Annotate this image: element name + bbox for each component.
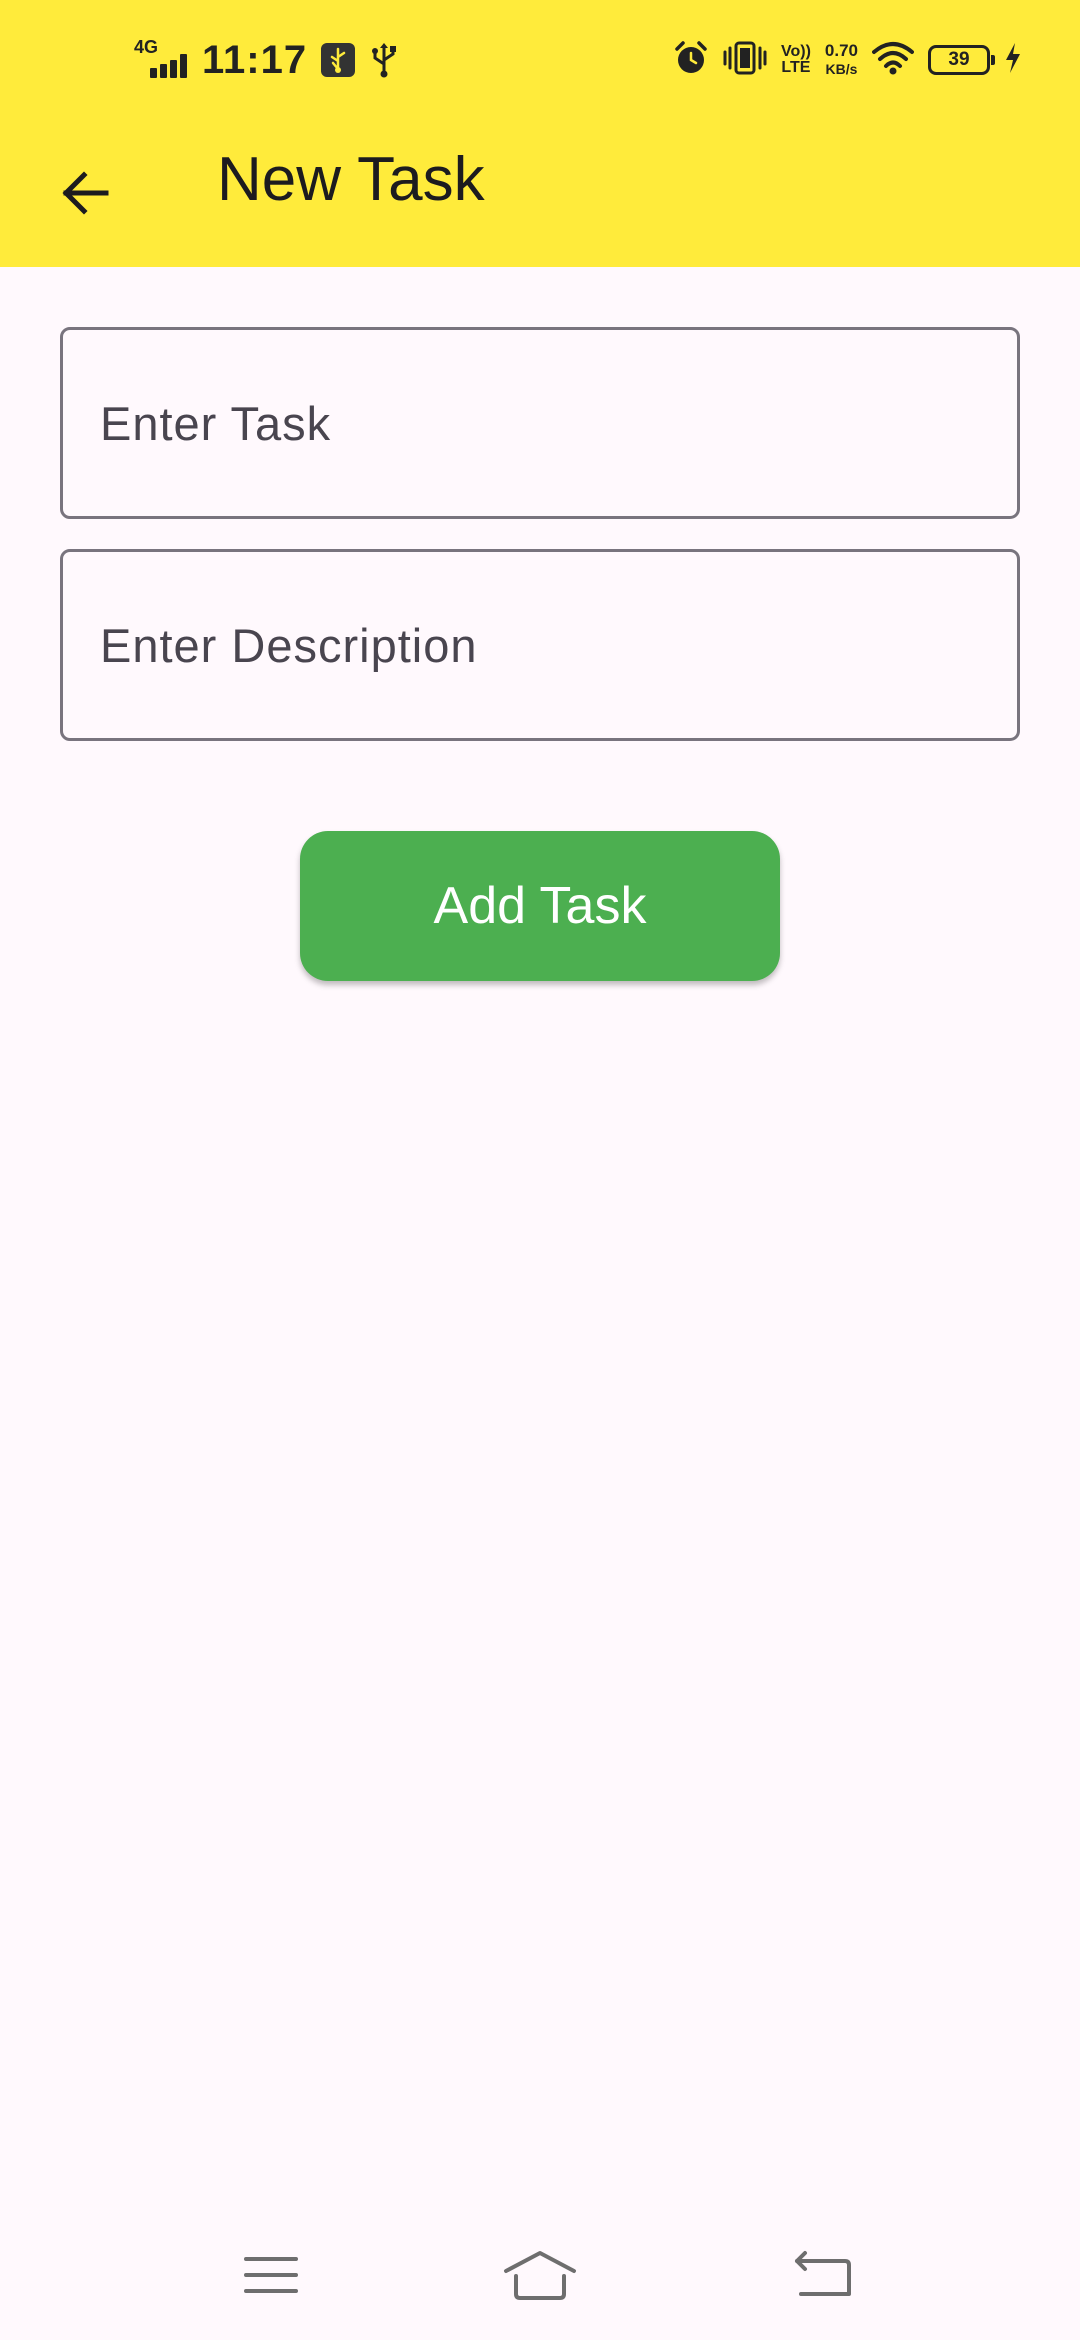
usb-debug-icon (321, 43, 356, 77)
speed-value: 0.70 (824, 41, 858, 60)
volte-indicator: Vo)) LTE (781, 44, 811, 76)
toolbar: New Task (0, 120, 1080, 267)
back-icon (795, 2251, 851, 2296)
usb-icon (369, 42, 399, 78)
task-input[interactable] (60, 327, 1020, 519)
add-task-button[interactable]: Add Task (300, 831, 780, 981)
home-icon (504, 2251, 576, 2300)
speed-unit: KB/s (825, 61, 858, 77)
nav-home-button[interactable] (490, 2240, 590, 2310)
page-title: New Task (217, 145, 485, 214)
network-indicator: 4G (134, 38, 194, 82)
arrow-back-icon (62, 171, 109, 215)
back-button[interactable] (40, 148, 130, 238)
alarm-icon (673, 40, 709, 81)
status-bar-left: 4G 11:17 (134, 30, 399, 90)
status-bar: 4G 11:17 Vo)) LTE 0.70 KB/s 39 (0, 0, 1080, 120)
vibrate-icon (723, 40, 767, 81)
status-bar-right: Vo)) LTE 0.70 KB/s 39 (659, 30, 1022, 90)
nav-back-button[interactable] (773, 2240, 873, 2310)
volte-top-label: Vo)) (780, 43, 811, 60)
nav-menu-button[interactable] (221, 2240, 321, 2310)
battery-icon: 39 (928, 45, 995, 75)
description-input[interactable] (60, 549, 1020, 741)
menu-icon (244, 2257, 298, 2293)
volte-bottom-label: LTE (781, 59, 811, 76)
status-time: 11:17 (202, 37, 308, 82)
charging-icon (1004, 42, 1022, 79)
wifi-icon (872, 41, 914, 80)
app-bar: 4G 11:17 Vo)) LTE 0.70 KB/s 39 New Task (0, 0, 1080, 267)
navigation-bar (0, 2210, 1080, 2340)
battery-level: 39 (948, 49, 970, 70)
network-speed: 0.70 KB/s (825, 42, 858, 78)
signal-icon (150, 54, 187, 78)
